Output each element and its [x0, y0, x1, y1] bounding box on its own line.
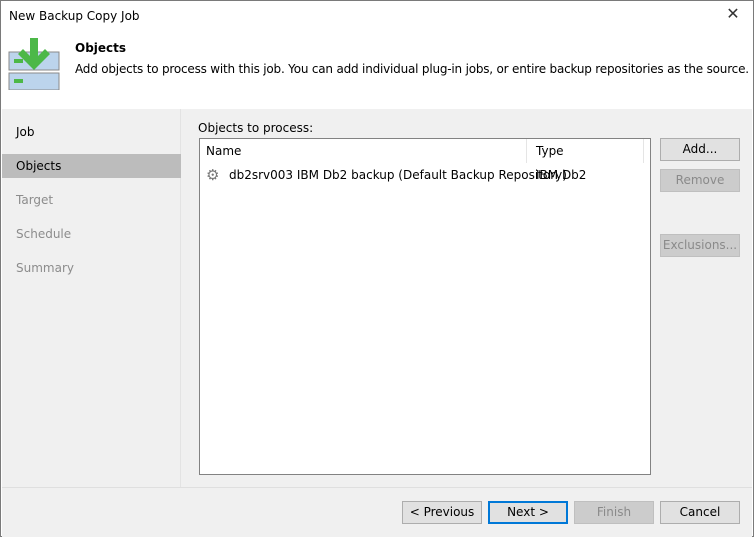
- wizard-nav: Job Objects Target Schedule Summary: [2, 109, 181, 487]
- window-title: New Backup Copy Job: [9, 9, 140, 23]
- objects-list[interactable]: Name Type ⚙ db2srv003 IBM Db2 backup (De…: [199, 138, 651, 475]
- exclusions-button[interactable]: Exclusions...: [660, 234, 740, 257]
- table-row[interactable]: ⚙ db2srv003 IBM Db2 backup (Default Back…: [200, 165, 650, 185]
- page-description: Add objects to process with this job. Yo…: [75, 62, 749, 76]
- remove-button[interactable]: Remove: [660, 169, 740, 192]
- column-header-name[interactable]: Name: [200, 139, 527, 163]
- gear-icon: ⚙: [206, 166, 220, 184]
- wizard-window: New Backup Copy Job ✕ Objects Add object…: [0, 0, 754, 537]
- add-button[interactable]: Add...: [660, 138, 740, 161]
- nav-item-schedule: Schedule: [16, 227, 72, 241]
- nav-item-objects[interactable]: Objects: [2, 154, 181, 178]
- next-button[interactable]: Next >: [488, 501, 568, 524]
- backup-copy-icon: [8, 38, 60, 90]
- objects-label: Objects to process:: [198, 121, 314, 135]
- previous-button[interactable]: < Previous: [402, 501, 482, 524]
- nav-item-target: Target: [16, 193, 54, 207]
- close-icon[interactable]: ✕: [723, 4, 743, 23]
- cancel-button[interactable]: Cancel: [660, 501, 740, 524]
- column-header-type[interactable]: Type: [527, 139, 644, 163]
- finish-button[interactable]: Finish: [574, 501, 654, 524]
- object-name: db2srv003 IBM Db2 backup (Default Backup…: [229, 168, 567, 182]
- object-type: IBM Db2: [536, 168, 587, 182]
- page-title: Objects: [75, 41, 127, 55]
- nav-item-summary: Summary: [16, 261, 74, 275]
- nav-item-job[interactable]: Job: [2, 120, 181, 144]
